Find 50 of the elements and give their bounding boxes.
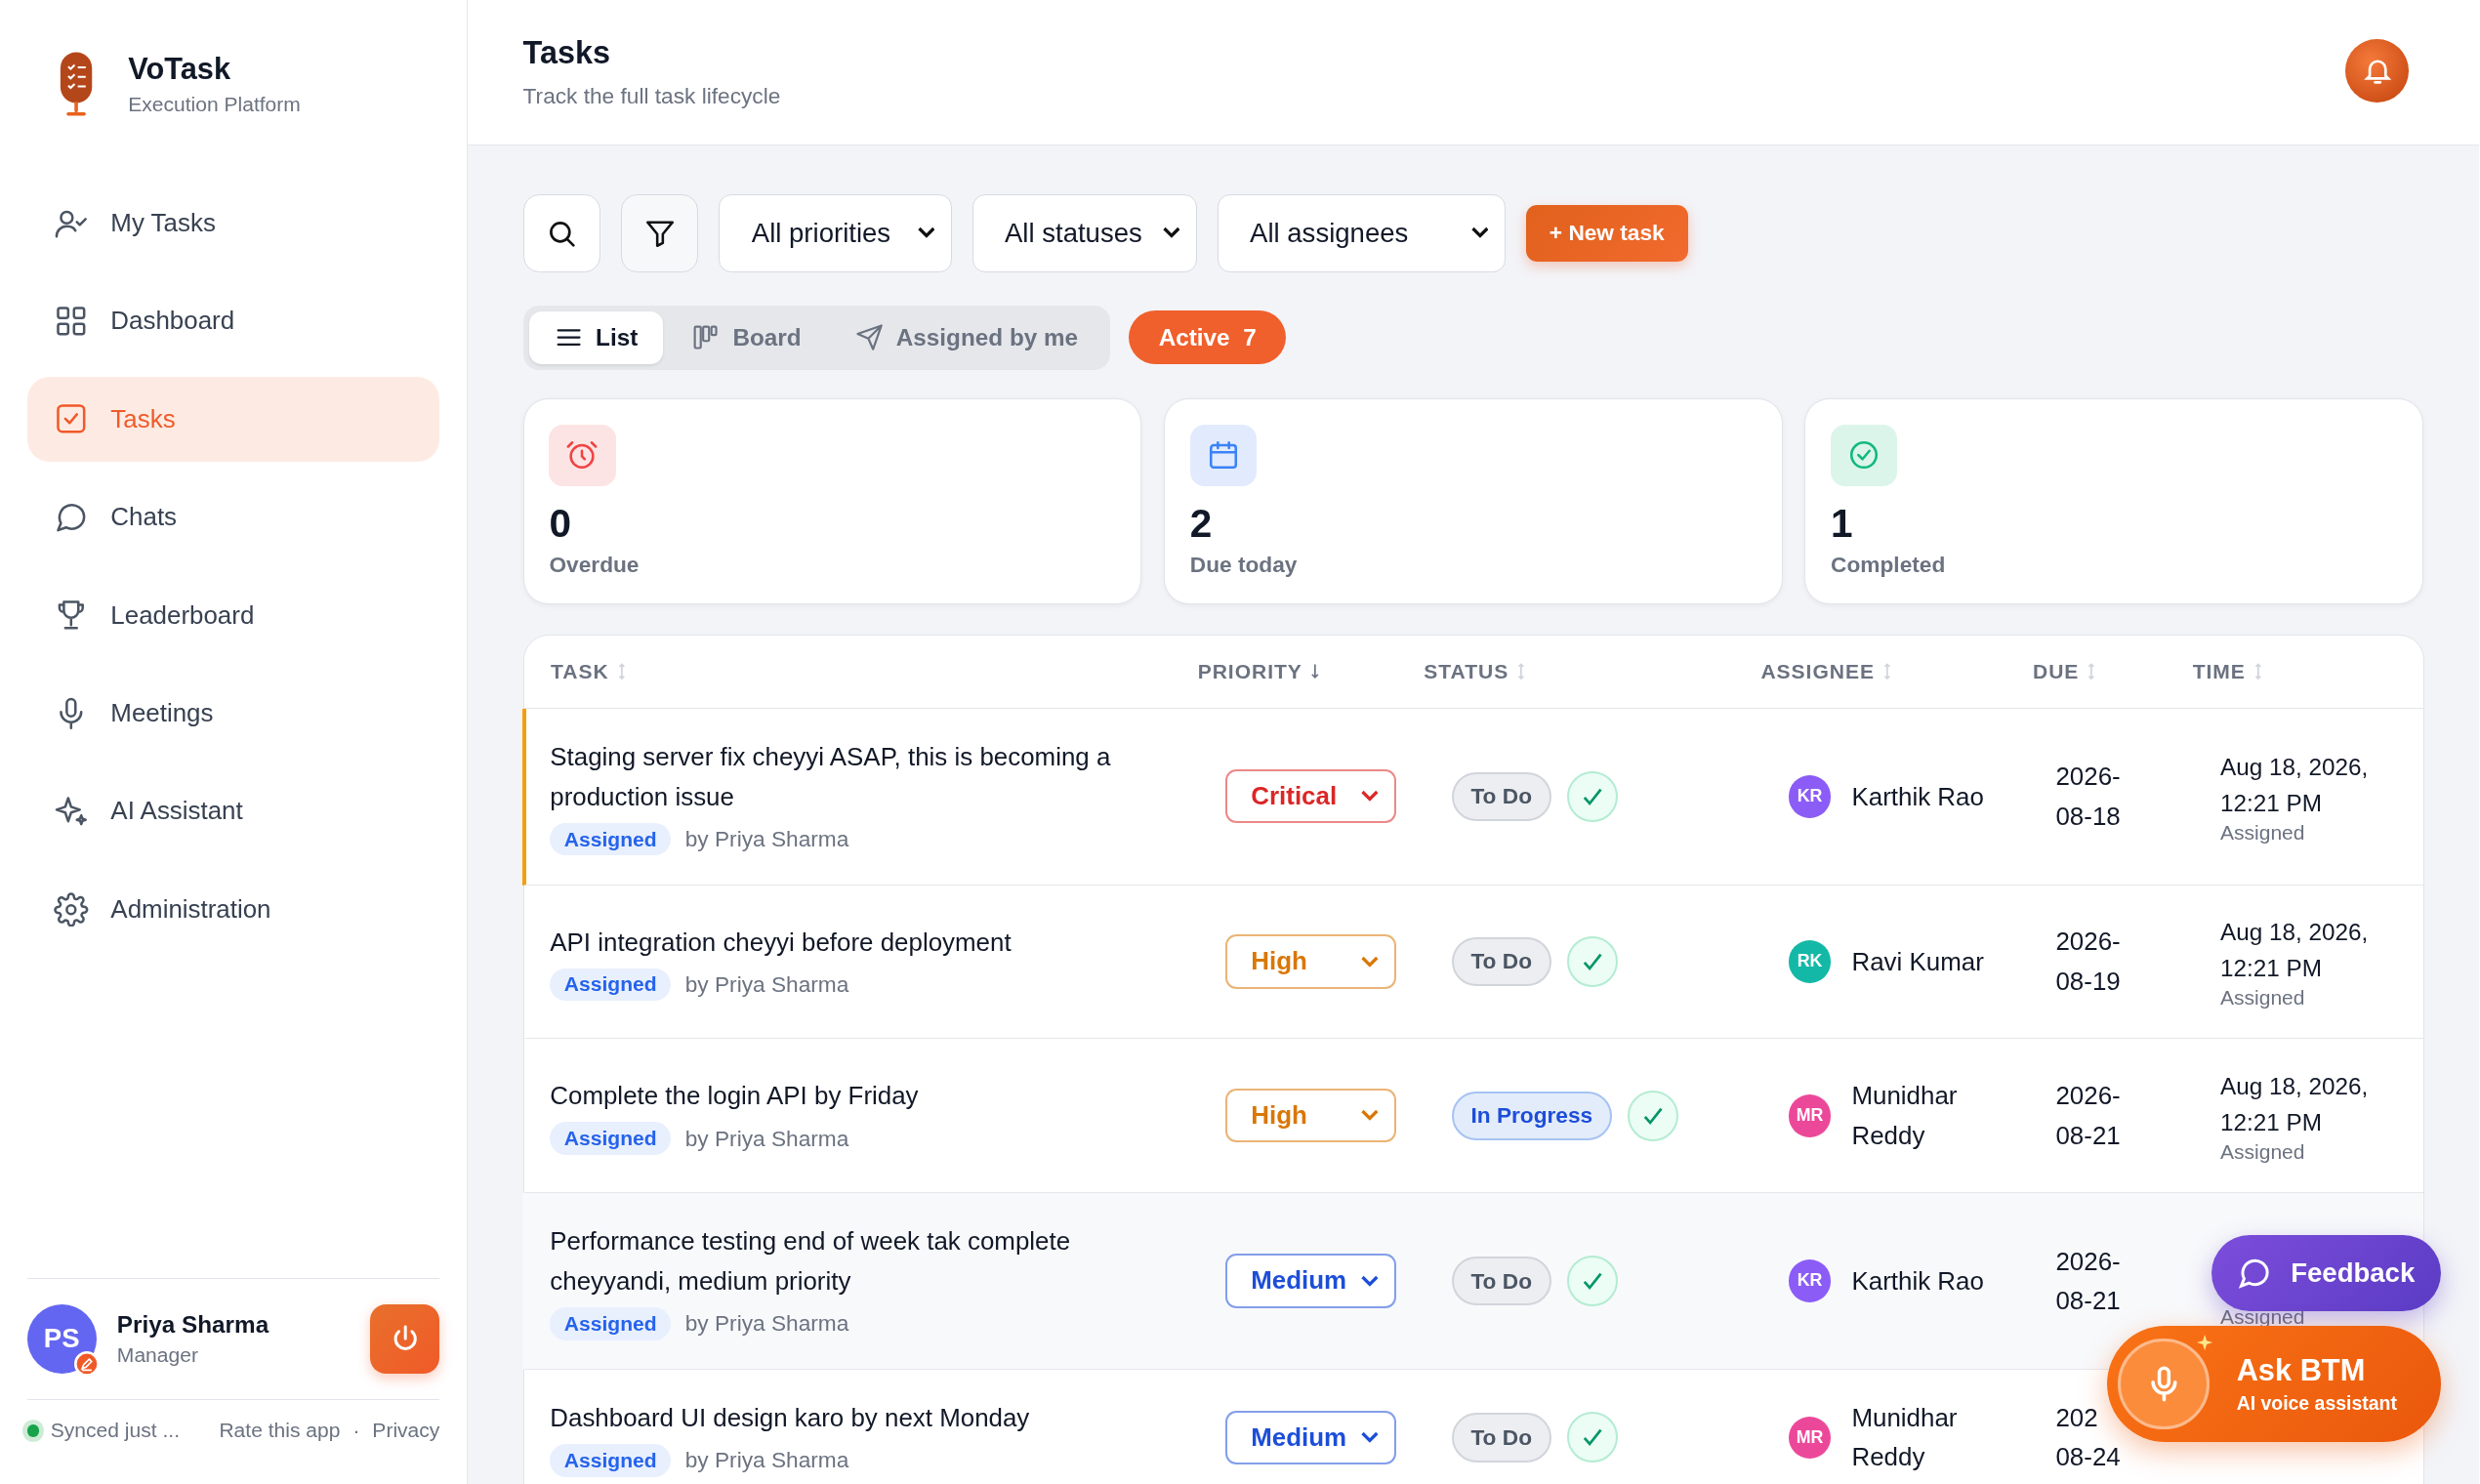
task-time: Aug 18, 2026, 12:21 PM <box>2219 1071 2370 1137</box>
assigned-by: by Priya Sharma <box>684 1310 849 1338</box>
assignee-avatar: KR <box>1788 1259 1832 1302</box>
task-time: Aug 18, 2026, 12:21 PM <box>2219 917 2370 983</box>
assigned-by: by Priya Sharma <box>684 1447 849 1474</box>
due-date: 2026- 08-19 <box>2055 927 2121 997</box>
assignee-avatar: MR <box>1788 1093 1832 1137</box>
task-title: Dashboard UI design karo by next Monday <box>550 1403 1030 1434</box>
assigned-tag: Assigned <box>550 822 672 856</box>
task-title: Staging server fix cheyyi ASAP, this is becoming a production issue <box>550 742 1112 812</box>
app-tagline: Execution Platform <box>128 93 301 117</box>
time-note: Assigned <box>2219 1140 2305 1165</box>
task-title: API integration cheyyi before deployment <box>550 927 1012 958</box>
assignee-name: Ravi Kumar <box>1851 946 1984 977</box>
assignee-name: Karthik Rao <box>1851 781 1984 812</box>
assistant-subtitle: AI voice assistant <box>2236 1391 2397 1415</box>
page-subtitle: Track the full task lifecycle <box>522 83 781 110</box>
time-note: Assigned <box>2219 821 2305 845</box>
assigned-tag: Assigned <box>550 1306 672 1340</box>
time-note: Assigned <box>2219 986 2305 1010</box>
sync-status: Synced just ... <box>50 1419 180 1443</box>
stat-label: Due today <box>1189 551 1298 578</box>
app-name: VoTask <box>128 51 232 87</box>
assignee-avatar: KR <box>1788 774 1832 818</box>
task-title: Performance testing end of week tak complete cheyyandi, medium priority <box>550 1226 1072 1297</box>
task-title: Complete the login API by Friday <box>550 1081 919 1112</box>
assignee-name: Karthik Rao <box>1851 1265 1984 1297</box>
stat-value: 1 <box>1831 501 1853 546</box>
stat-label: Overdue <box>549 551 640 578</box>
assigned-by: by Priya Sharma <box>684 826 849 853</box>
assignee-avatar: MR <box>1788 1416 1832 1460</box>
stat-label: Completed <box>1831 551 1946 578</box>
assigned-tag: Assigned <box>550 1444 672 1477</box>
user-role: Manager <box>116 1342 199 1367</box>
separator: · <box>352 1419 360 1443</box>
assignee-avatar: RK <box>1788 940 1832 983</box>
task-time: Aug 18, 2026, 12:21 PM <box>2219 752 2370 818</box>
due-date: 2026- 08-21 <box>2055 1246 2121 1316</box>
due-date: 2026- 08-21 <box>2055 1081 2121 1151</box>
stat-value: 0 <box>549 501 571 546</box>
due-date: 2026- 08-18 <box>2055 762 2121 832</box>
assignee-name: Munidhar Reddy <box>1851 1081 1959 1151</box>
assigned-by: by Priya Sharma <box>684 1125 849 1152</box>
stat-value: 2 <box>1189 501 1213 546</box>
assigned-by: by Priya Sharma <box>684 970 849 998</box>
page-title: Tasks <box>522 34 611 71</box>
assigned-tag: Assigned <box>550 968 672 1002</box>
assigned-tag: Assigned <box>550 1122 672 1156</box>
assignee-name: Munidhar Reddy <box>1851 1402 1959 1473</box>
user-name: Priya Sharma <box>116 1311 270 1340</box>
